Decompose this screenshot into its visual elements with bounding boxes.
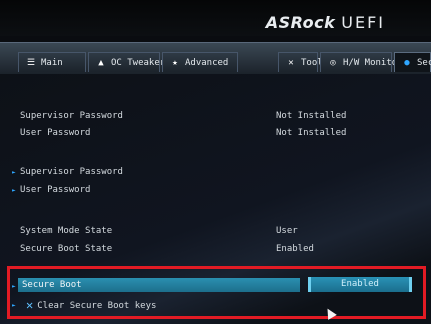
secure-boot-state-label: Secure Boot State — [20, 244, 113, 254]
secure-boot-state-value: Enabled — [276, 244, 314, 254]
tab-tool[interactable]: ✕ Tool — [278, 52, 323, 72]
supervisor-password-status-value: Not Installed — [276, 111, 347, 121]
supervisor-password-status-label: Supervisor Password — [20, 111, 123, 121]
clear-secure-boot-keys-item[interactable]: ✕ Clear Secure Boot keys — [26, 298, 156, 312]
rocket-icon: ▲ — [98, 58, 104, 68]
submenu-arrow-icon: ► — [12, 283, 16, 290]
monitor-icon: ◎ — [330, 58, 336, 68]
tab-hw-monitor[interactable]: ◎ H/W Monitor — [320, 52, 403, 72]
system-mode-state-value: User — [276, 226, 298, 236]
set-supervisor-password-item[interactable]: Supervisor Password — [20, 167, 123, 177]
top-bar: ASRock UEFI — [0, 0, 431, 36]
tool-icon: ✕ — [288, 58, 294, 68]
user-password-status-label: User Password — [20, 128, 91, 138]
secure-boot-label: Secure Boot — [22, 280, 82, 290]
tab-oc-tweaker[interactable]: ▲ OC Tweaker — [88, 52, 165, 72]
brand-name: ASRock — [265, 13, 336, 32]
tab-advanced[interactable]: ★ Advanced — [162, 52, 238, 72]
clear-secure-boot-keys-label: Clear Secure Boot keys — [37, 301, 157, 311]
system-mode-state-label: System Mode State — [20, 226, 113, 236]
tool-icon: ✕ — [26, 298, 34, 312]
set-user-password-item[interactable]: User Password — [20, 185, 90, 195]
user-password-status-value: Not Installed — [276, 128, 347, 138]
star-icon: ★ — [172, 58, 178, 68]
submenu-arrow-icon: ► — [12, 187, 16, 194]
submenu-arrow-icon: ► — [12, 169, 16, 176]
brand-logo: ASRock UEFI — [266, 13, 385, 32]
brand-product: UEFI — [341, 13, 385, 32]
tab-main[interactable]: ☰ Main — [18, 52, 86, 72]
submenu-arrow-icon: ► — [12, 302, 16, 309]
shield-icon: ● — [404, 58, 410, 68]
secure-boot-value-select[interactable]: Enabled — [308, 277, 412, 292]
tab-security[interactable]: ● Sec — [394, 52, 431, 72]
list-icon: ☰ — [26, 58, 36, 68]
